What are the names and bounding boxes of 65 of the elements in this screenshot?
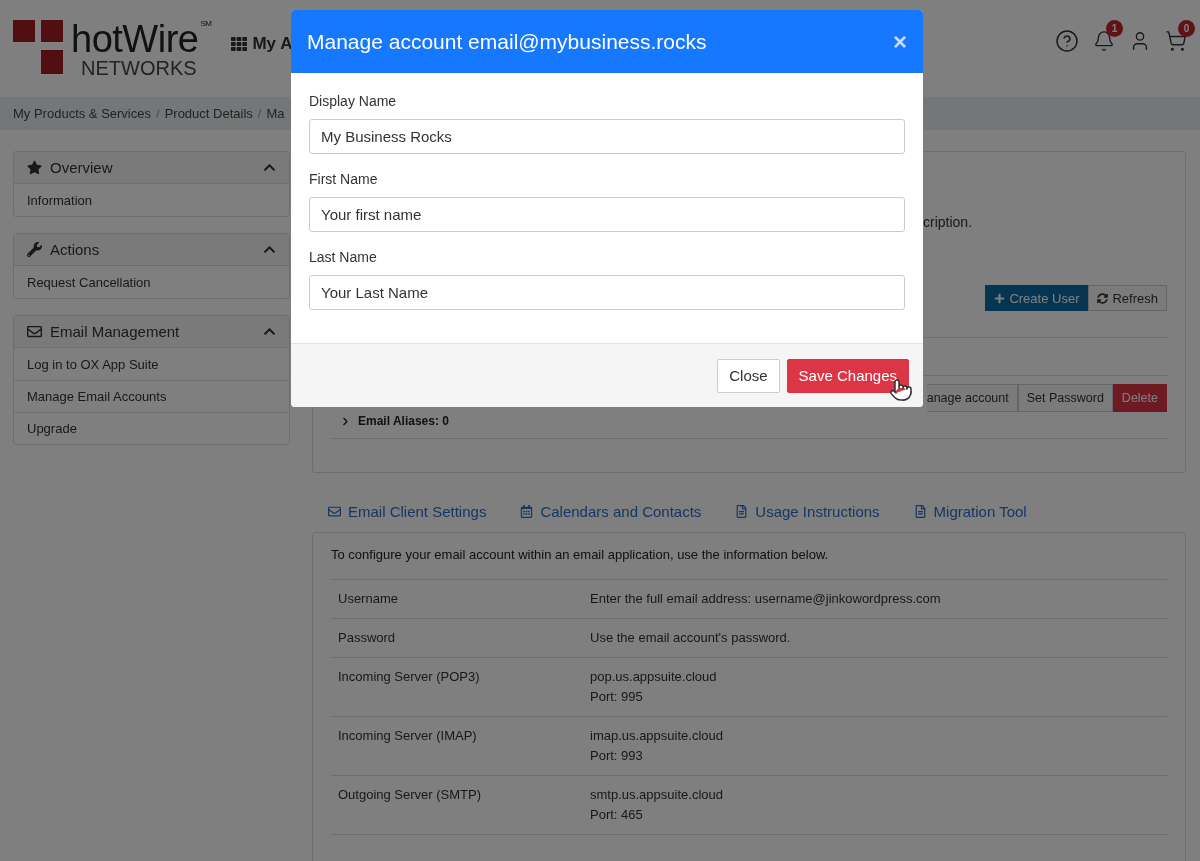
breadcrumb-separator: / — [257, 106, 262, 121]
close-button[interactable]: Close — [717, 358, 780, 393]
field-label: First Name — [309, 171, 379, 187]
logo-subtitle: NETWORKS — [81, 57, 198, 78]
table-cell-text: Incoming Server (IMAP) — [338, 727, 478, 745]
text-field[interactable]: My Business Rocks — [309, 119, 905, 154]
table-cell-text: Incoming Server (POP3) — [338, 668, 481, 686]
panel-title[interactable]: Actions — [50, 241, 100, 258]
breadcrumb-link[interactable]: My Products & Services — [13, 106, 151, 121]
sidebar-item[interactable]: Log in to OX App Suite — [14, 348, 289, 380]
toolbar-button[interactable]: Create User — [985, 285, 1089, 311]
sidebar-item[interactable]: Manage Email Accounts — [14, 380, 289, 412]
table-cell-text: Outgoing Server (SMTP) — [338, 786, 483, 804]
account-action-button[interactable]: Set Password — [1017, 384, 1113, 412]
star-icon — [27, 160, 42, 175]
envelope-icon — [27, 324, 42, 339]
table-cell-text: Use the email account's password. — [590, 629, 792, 647]
field-label: Display Name — [309, 93, 398, 109]
envelope-icon — [328, 505, 341, 518]
sidebar-item[interactable]: Information — [14, 184, 289, 216]
settings-tab[interactable]: Migration Tool — [913, 503, 1027, 520]
calendar-icon — [520, 505, 534, 518]
wrench-icon — [27, 242, 42, 257]
account-action-button[interactable]: Delete — [1112, 384, 1167, 412]
chevron-icon[interactable] — [263, 325, 276, 338]
document-icon — [735, 505, 749, 518]
intro-text: To configure your email account within an email application, use the information below. — [331, 547, 830, 564]
settings-tab[interactable]: Usage Instructions — [735, 503, 880, 520]
chevron-icon[interactable] — [263, 161, 276, 174]
breadcrumb-link[interactable]: Ma — [266, 106, 285, 121]
panel-title[interactable]: Overview — [50, 159, 113, 176]
help-icon[interactable] — [1055, 28, 1079, 53]
chevron-icon[interactable] — [263, 243, 276, 256]
close-button[interactable]: × — [893, 27, 907, 56]
sidebar-item[interactable]: Upgrade — [14, 412, 289, 444]
text-field[interactable]: Your Last Name — [309, 275, 905, 310]
save-button[interactable]: Save Changes — [786, 358, 909, 393]
nav-menu-label[interactable]: My A — [252, 33, 293, 54]
modal-title: Manage account email@mybusiness.rocks — [307, 29, 707, 54]
table-cell-text: pop.us.appsuite.cloud Port: 995 — [590, 668, 718, 706]
document-icon — [913, 505, 927, 518]
plus-icon — [994, 292, 1006, 304]
grid-icon[interactable] — [231, 35, 248, 52]
table-cell-text: smtp.us.appsuite.cloud Port: 465 — [590, 786, 724, 824]
account-action-button[interactable]: anage account — [926, 384, 1018, 412]
notification-badge: 1 — [1106, 19, 1123, 37]
logo-squares-icon — [13, 19, 65, 76]
sidebar-item[interactable]: Request Cancellation — [14, 266, 289, 298]
cart-badge: 0 — [1178, 19, 1195, 37]
aliases-toggle[interactable]: Email Aliases: 0 — [358, 414, 449, 428]
table-cell-text: Username — [338, 590, 399, 608]
table-cell-text: Password — [338, 629, 397, 647]
refresh-icon — [1097, 292, 1109, 304]
breadcrumb-separator: / — [156, 106, 160, 121]
settings-tab[interactable]: Email Client Settings — [328, 503, 487, 520]
breadcrumb-link[interactable]: Product Details — [164, 106, 253, 121]
description-text: cription. — [923, 214, 973, 230]
toolbar-button[interactable]: Refresh — [1088, 285, 1167, 311]
settings-tab[interactable]: Calendars and Contacts — [520, 503, 702, 520]
text-field[interactable]: Your first name — [309, 197, 905, 232]
table-cell-text: imap.us.appsuite.cloud Port: 993 — [590, 727, 724, 765]
logo-wordmark: hotWire$^{SM}$ — [71, 19, 212, 58]
chevron-right-icon[interactable] — [341, 416, 350, 426]
table-cell-text: Enter the full email address: username@jinkowordpress.com — [590, 590, 942, 608]
field-label: Last Name — [309, 249, 378, 265]
